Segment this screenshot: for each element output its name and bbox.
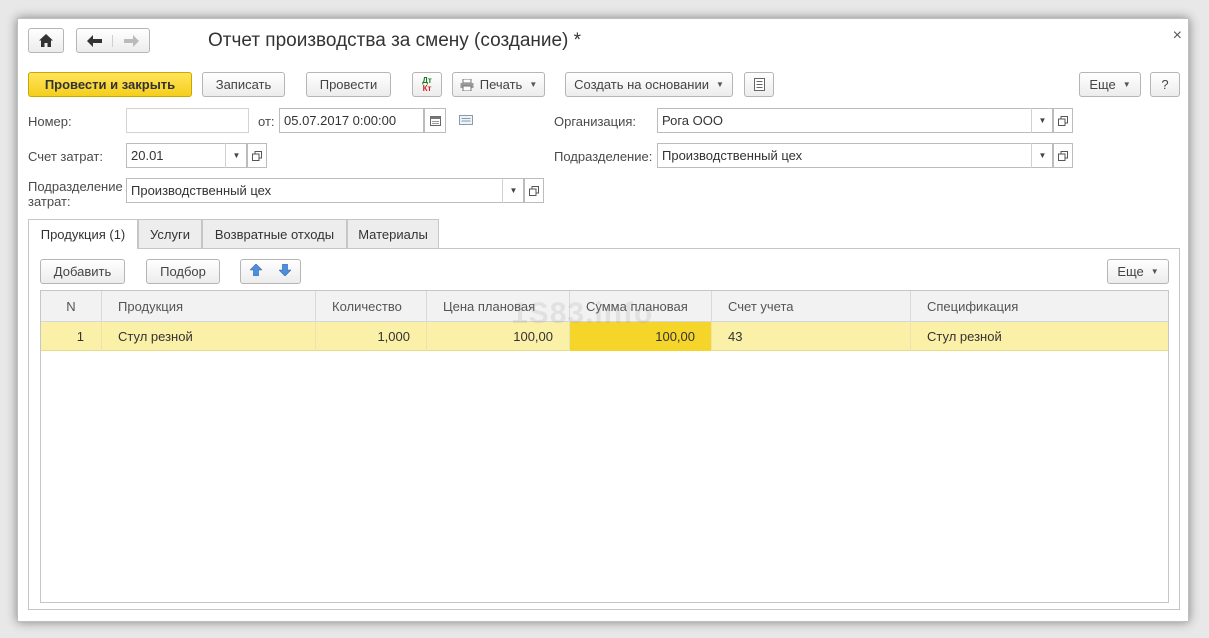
chevron-down-icon[interactable]: ▼ (225, 143, 247, 168)
printer-icon (460, 78, 474, 91)
pick-button[interactable]: Подбор (146, 259, 220, 284)
column-header-product[interactable]: Продукция (102, 291, 316, 322)
cost-account-label: Счет затрат: (28, 149, 103, 164)
cell-quantity[interactable]: 1,000 (316, 322, 427, 351)
open-division-button[interactable] (1053, 143, 1073, 168)
cost-division-label: Подразделение затрат: (28, 179, 123, 209)
date-field[interactable]: 05.07.2017 0:00:00 (279, 108, 424, 133)
cell-product[interactable]: Стул резной (102, 322, 316, 351)
back-arrow-icon[interactable] (77, 34, 113, 47)
table-more-button[interactable]: Еще ▼ (1107, 259, 1169, 284)
watermark: 1S83.info (511, 297, 654, 330)
number-field[interactable] (126, 108, 249, 133)
cost-account-field[interactable]: 20.01 ▼ (126, 143, 247, 168)
move-down-icon[interactable] (278, 263, 292, 279)
calendar-button[interactable] (424, 108, 446, 133)
organization-label: Организация: (554, 114, 637, 129)
post-and-close-button[interactable]: Провести и закрыть (28, 72, 192, 97)
open-window-icon (529, 185, 539, 196)
document-window: Отчет производства за смену (создание) *… (17, 18, 1189, 622)
column-header-account[interactable]: Счет учета (712, 291, 911, 322)
cost-division-field[interactable]: Производственный цех ▼ (126, 178, 524, 203)
division-field[interactable]: Производственный цех ▼ (657, 143, 1053, 168)
date-label: от: (258, 114, 275, 129)
move-up-icon[interactable] (249, 263, 263, 279)
chevron-down-icon[interactable]: ▼ (502, 178, 524, 203)
chevron-down-icon[interactable]: ▼ (1031, 108, 1053, 133)
home-button[interactable] (28, 28, 64, 53)
dt-kt-icon: Дт Кт (422, 75, 432, 93)
history-nav-group (76, 28, 150, 53)
chevron-down-icon: ▼ (715, 80, 724, 89)
comment-icon[interactable] (459, 114, 473, 129)
cell-n[interactable]: 1 (41, 322, 102, 351)
products-table: N Продукция Количество Цена плановая Сум… (40, 290, 1169, 603)
chevron-down-icon: ▼ (529, 80, 538, 89)
more-actions-button[interactable]: Еще ▼ (1079, 72, 1141, 97)
move-row-group (240, 259, 301, 284)
create-based-on-button[interactable]: Создать на основании ▼ (565, 72, 733, 97)
cell-account[interactable]: 43 (712, 322, 911, 351)
number-label: Номер: (28, 114, 72, 129)
report-button[interactable] (744, 72, 774, 97)
open-window-icon (1058, 115, 1068, 126)
chevron-down-icon: ▼ (1150, 267, 1159, 276)
save-button[interactable]: Записать (202, 72, 285, 97)
column-header-n[interactable]: N (41, 291, 102, 322)
open-window-icon (252, 150, 262, 161)
division-label: Подразделение: (554, 149, 653, 164)
post-button[interactable]: Провести (306, 72, 391, 97)
help-button[interactable]: ? (1150, 72, 1180, 97)
dt-kt-button[interactable]: Дт Кт (412, 72, 442, 97)
forward-arrow-icon[interactable] (113, 34, 149, 47)
page-title: Отчет производства за смену (создание) * (208, 30, 582, 51)
document-list-icon (753, 78, 765, 91)
organization-field[interactable]: Рога ООО ▼ (657, 108, 1053, 133)
tab-products[interactable]: Продукция (1) (28, 219, 138, 249)
home-icon (39, 34, 53, 47)
column-header-specification[interactable]: Спецификация (911, 291, 1168, 322)
open-organization-button[interactable] (1053, 108, 1073, 133)
cell-specification[interactable]: Стул резной (911, 322, 1168, 351)
add-row-button[interactable]: Добавить (40, 259, 125, 284)
products-tab-panel: Добавить Подбор Еще ▼ N Продукция Количес… (28, 248, 1180, 610)
open-window-icon (1058, 150, 1068, 161)
column-header-quantity[interactable]: Количество (316, 291, 427, 322)
tab-materials[interactable]: Материалы (347, 219, 439, 248)
open-cost-account-button[interactable] (247, 143, 267, 168)
close-icon[interactable]: × (1173, 27, 1182, 45)
print-button[interactable]: Печать ▼ (452, 72, 545, 97)
chevron-down-icon: ▼ (1122, 80, 1131, 89)
tab-services[interactable]: Услуги (138, 219, 202, 248)
chevron-down-icon[interactable]: ▼ (1031, 143, 1053, 168)
calendar-icon (429, 115, 441, 126)
tab-return-waste[interactable]: Возвратные отходы (202, 219, 347, 248)
open-cost-division-button[interactable] (524, 178, 544, 203)
